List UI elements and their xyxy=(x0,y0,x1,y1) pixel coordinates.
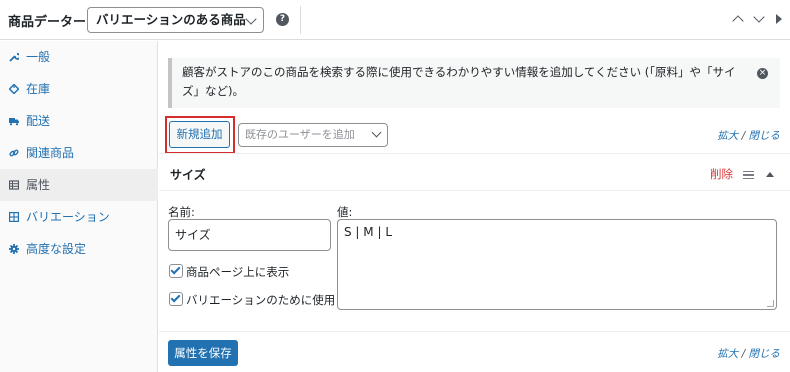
sidebar-item-label: バリエーション xyxy=(26,210,110,224)
sidebar-item-label: 高度な設定 xyxy=(26,242,87,256)
expand-all-link[interactable]: 拡大 xyxy=(717,348,738,360)
wrench-icon xyxy=(9,53,19,62)
sidebar-item-shipping[interactable]: 配送 xyxy=(0,105,158,137)
checkmark-icon xyxy=(170,292,181,303)
close-all-link[interactable]: 閉じる xyxy=(749,130,781,142)
sidebar-item-label: 配送 xyxy=(26,114,51,128)
move-up-icon[interactable] xyxy=(731,13,744,27)
sidebar-item-attributes[interactable]: 属性 xyxy=(0,169,158,201)
tag-icon xyxy=(9,84,19,94)
list-table-icon xyxy=(9,180,19,190)
notice-text: 顧客がストアのこの商品を検索する際に使用できるわかりやすい情報を追加してください… xyxy=(182,65,736,98)
attribute-header[interactable] xyxy=(159,155,790,191)
sidebar-item-label: 一般 xyxy=(26,50,51,64)
divider xyxy=(159,153,790,154)
sidebar-item-label: 在庫 xyxy=(26,82,51,96)
existing-attribute-placeholder: 既存のユーザーを追加 xyxy=(245,128,355,141)
attribute-name-input[interactable]: サイズ xyxy=(168,219,331,251)
collapse-arrow-icon[interactable] xyxy=(766,172,774,177)
product-data-header: 商品データー バリエーションのある商品 ? xyxy=(0,0,790,40)
divider xyxy=(159,331,790,332)
used-for-variations-label: バリエーションのために使用 xyxy=(186,293,336,307)
header-divider xyxy=(300,6,301,34)
sidebar-item-label: 属性 xyxy=(26,178,51,192)
sidebar-item-inventory[interactable]: 在庫 xyxy=(0,73,158,105)
expand-close-links-top: 拡大 / 閉じる xyxy=(717,128,780,143)
product-data-tabs: 一般 在庫 配送 関連商品 属性 バリエーション 高度な設定 xyxy=(0,41,158,372)
attribute-title: サイズ xyxy=(170,168,206,182)
product-type-select[interactable]: バリエーションのある商品 xyxy=(87,7,264,33)
grid-icon xyxy=(9,212,19,222)
product-type-value: バリエーションのある商品 xyxy=(96,12,246,27)
save-attributes-button[interactable]: 属性を保存 xyxy=(168,340,238,366)
attributes-panel: 顧客がストアのこの商品を検索する際に使用できるわかりやすい情報を追加してください… xyxy=(159,41,790,372)
attribute-values-textarea[interactable]: S | M | L xyxy=(337,219,777,310)
expand-all-link[interactable]: 拡大 xyxy=(717,130,738,142)
remove-attribute-link[interactable]: 削除 xyxy=(710,166,733,182)
link-separator: / xyxy=(741,130,746,142)
visible-on-product-page-label: 商品ページ上に表示 xyxy=(186,265,290,279)
help-icon[interactable]: ? xyxy=(276,13,289,26)
sidebar-item-label: 関連商品 xyxy=(26,146,75,160)
sidebar-item-general[interactable]: 一般 xyxy=(0,41,158,73)
existing-attribute-select[interactable]: 既存のユーザーを追加 xyxy=(238,123,388,147)
sidebar-item-variations[interactable]: バリエーション xyxy=(0,201,158,233)
move-down-icon[interactable] xyxy=(752,11,765,26)
gear-icon xyxy=(9,244,19,254)
chevron-down-icon xyxy=(245,13,257,25)
value-label: 値: xyxy=(337,205,353,219)
link-icon xyxy=(9,149,19,157)
sidebar-item-advanced[interactable]: 高度な設定 xyxy=(0,233,158,265)
link-separator: / xyxy=(741,348,746,360)
info-notice: 顧客がストアのこの商品を検索する際に使用できるわかりやすい情報を追加してください… xyxy=(168,58,780,108)
close-all-link[interactable]: 閉じる xyxy=(749,348,781,360)
chevron-down-icon xyxy=(371,127,382,138)
used-for-variations-checkbox[interactable] xyxy=(169,292,183,306)
product-data-title: 商品データー xyxy=(8,15,87,30)
close-icon[interactable]: × xyxy=(757,68,768,79)
toggle-panel-icon[interactable] xyxy=(776,14,782,24)
add-new-attribute-button[interactable]: 新規追加 xyxy=(169,121,230,148)
visible-on-product-page-checkbox[interactable] xyxy=(169,264,183,278)
resize-grip-icon[interactable] xyxy=(767,300,774,307)
attribute-values-text: S | M | L xyxy=(344,225,392,239)
sidebar-item-linked-products[interactable]: 関連商品 xyxy=(0,137,158,169)
name-label: 名前: xyxy=(168,205,195,219)
truck-icon xyxy=(9,118,19,126)
checkmark-icon xyxy=(170,264,181,275)
drag-handle-icon[interactable] xyxy=(743,171,754,179)
expand-close-links-bottom: 拡大 / 閉じる xyxy=(717,346,780,361)
